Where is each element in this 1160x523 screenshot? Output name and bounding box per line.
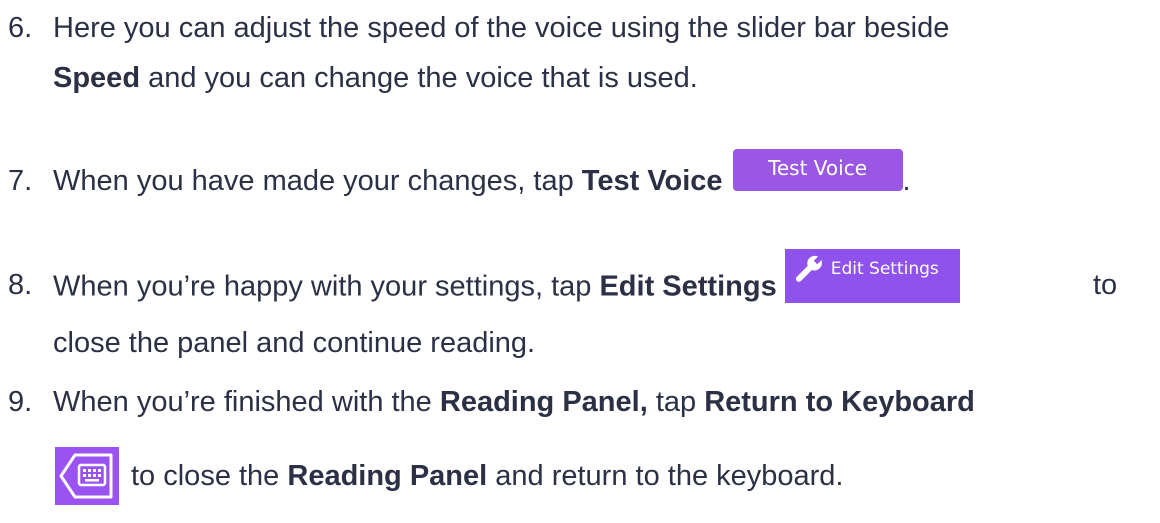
bold-term-edit-settings: Edit Settings xyxy=(599,270,777,303)
bold-term-return-to-keyboard: Return to Keyboard xyxy=(704,386,975,418)
step-text: Here you can adjust the speed of the voi… xyxy=(53,12,950,44)
step-number: 9. xyxy=(8,386,33,418)
bold-term-speed: Speed xyxy=(53,62,141,94)
edit-settings-label: Edit Settings xyxy=(830,259,939,279)
wrench-icon xyxy=(795,255,822,282)
step-text: to close the Reading Panel and return to… xyxy=(131,460,844,492)
step-text: Speed and you can change the voice that … xyxy=(53,62,698,94)
step-number: 6. xyxy=(8,12,33,44)
keyboard-return-icon xyxy=(59,453,113,499)
bold-term-reading-panel: Reading Panel xyxy=(287,460,488,492)
edit-settings-button[interactable]: Edit Settings xyxy=(784,249,960,303)
step-text: When you have made your changes, tap Tes… xyxy=(53,149,911,205)
return-to-keyboard-button[interactable] xyxy=(55,447,119,505)
step-8-after: to xyxy=(1093,269,1118,301)
step-text: close the panel and continue reading. xyxy=(53,327,536,359)
step-number: 8. xyxy=(8,269,33,301)
bold-term-reading-panel: Reading Panel, xyxy=(439,386,648,418)
step-text: When you’re happy with your settings, ta… xyxy=(53,249,960,315)
bold-term-test-voice: Test Voice xyxy=(581,165,723,197)
step-text: When you’re finished with the Reading Pa… xyxy=(53,386,975,418)
test-voice-button[interactable]: Test Voice xyxy=(732,149,903,192)
step-number: 7. xyxy=(8,165,33,197)
